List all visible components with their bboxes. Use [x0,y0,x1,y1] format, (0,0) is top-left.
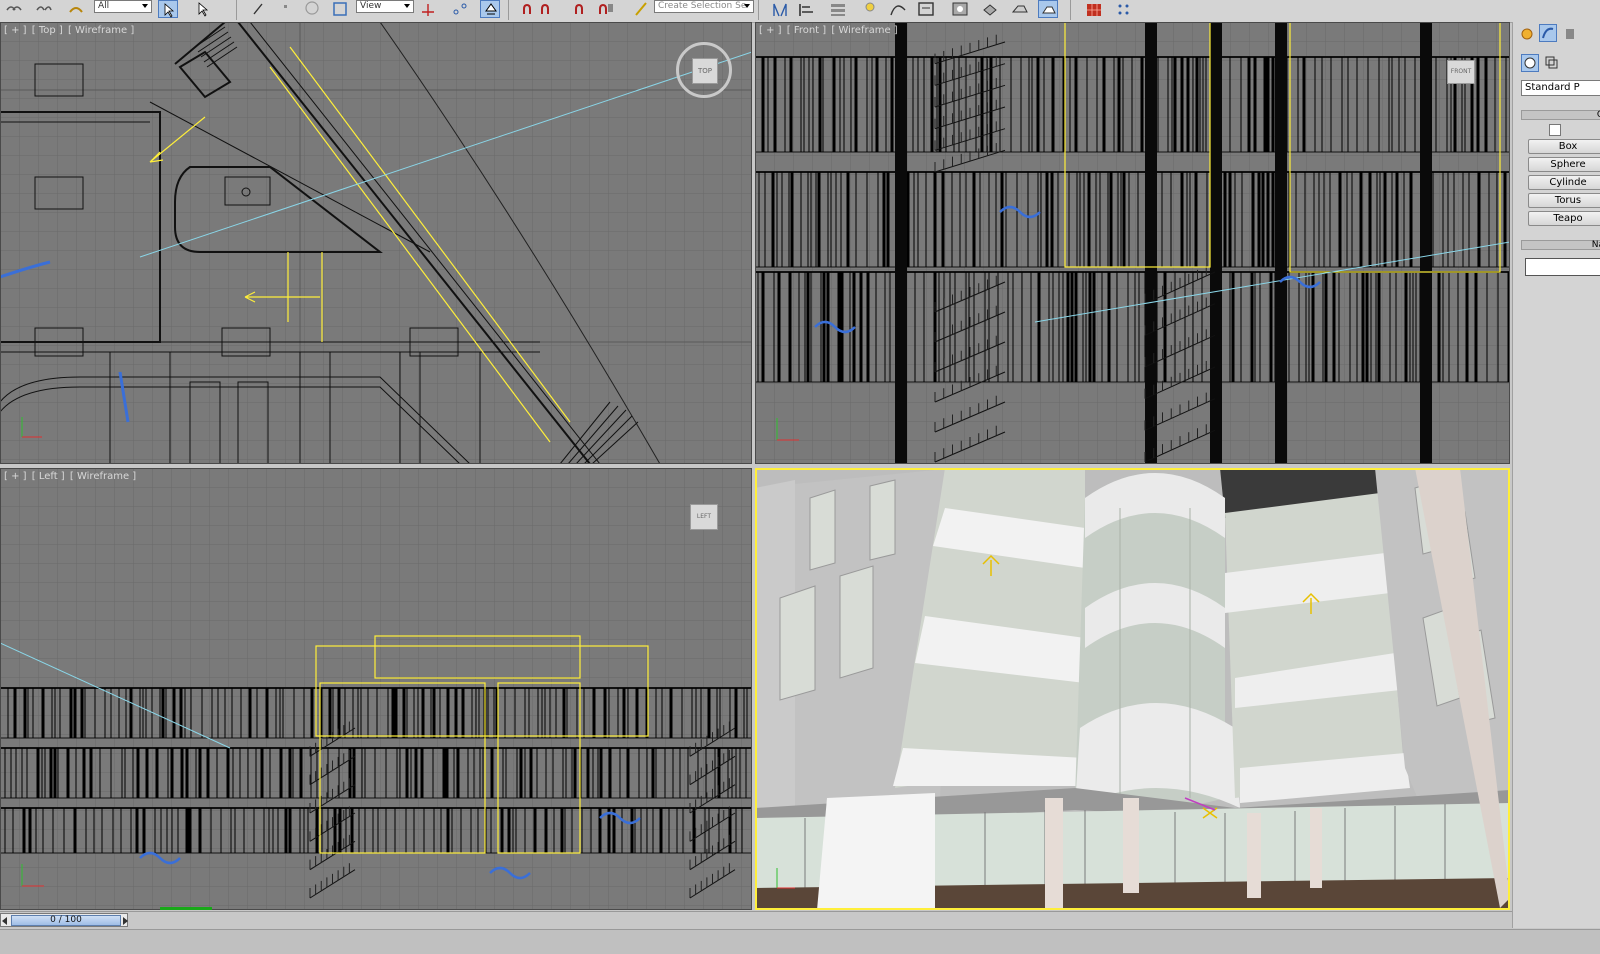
layer-manager-icon[interactable] [828,0,848,18]
viewport-menu-plus[interactable]: [ + ] [759,25,782,36]
named-selection-dropdown[interactable]: Create Selection Se [654,0,754,13]
top-view-wireframe [0,22,752,464]
viewport-front-label[interactable]: [ + ] [ Front ] [ Wireframe ] [759,25,900,36]
render-iterative-icon[interactable] [1084,0,1104,18]
primitive-button-teapo[interactable]: Teapo [1528,211,1600,226]
viewport-shading-mode[interactable]: [ Wireframe ] [68,25,134,36]
material-editor-icon[interactable] [950,0,970,18]
object-name-input[interactable] [1525,258,1600,276]
name-color-rollout-title: Na [1591,240,1600,250]
viewport-left[interactable]: [ + ] [ Left ] [ Wireframe ] LEFT [0,468,752,910]
viewport-perspective[interactable] [755,468,1510,910]
spinner-snap-icon[interactable] [596,0,616,18]
viewport-shading-mode[interactable]: [ Wireframe ] [831,25,897,36]
mirror-icon[interactable] [770,0,790,18]
perspective-shaded-scene [755,468,1510,910]
render-production-button[interactable] [1038,0,1058,18]
reference-coord-dropdown[interactable]: View [356,0,414,13]
align-icon[interactable] [796,0,816,18]
selection-filter-value: All [98,1,110,11]
viewport-menu-plus[interactable]: [ + ] [4,25,27,36]
object-type-rollout[interactable]: O [1521,110,1600,120]
viewcube-face-label: TOP [692,58,718,84]
create-tab-icon[interactable] [1519,26,1535,42]
edit-named-selection-icon[interactable] [632,0,652,18]
primitive-category-value: Standard P [1525,82,1580,93]
prev-frame-icon[interactable] [2,917,7,925]
viewport-point-of-view[interactable]: [ Top ] [32,25,63,36]
front-view-wireframe [755,22,1510,464]
bind-space-warp-icon[interactable] [66,0,86,18]
select-manipulate-icon[interactable] [450,0,470,18]
name-color-rollout[interactable]: Na [1521,240,1600,250]
select-object-button[interactable] [158,0,178,18]
angle-snap-icon[interactable] [538,0,558,18]
keyframe-indicator [160,907,212,910]
keyboard-shortcut-override-button[interactable] [480,0,500,18]
pivot-center-icon[interactable] [418,0,438,18]
next-frame-icon[interactable] [123,917,128,925]
link-icon[interactable] [4,0,24,18]
selection-filter-dropdown[interactable]: All [94,0,152,13]
viewcube-front[interactable]: FRONT [1447,60,1475,84]
viewport-point-of-view[interactable]: [ Left ] [32,471,65,482]
primitive-button-sphere[interactable]: Sphere [1528,157,1600,172]
time-slider[interactable]: 0 / 100 [0,913,128,927]
select-rotate-icon[interactable] [248,0,268,18]
viewport-point-of-view[interactable]: [ Front ] [787,25,826,36]
command-panel: Standard P O BoxSphereCylindeTorusTeapo … [1512,22,1600,928]
select-by-name-icon[interactable] [192,0,212,18]
named-selection-value: Create Selection Se [658,1,747,11]
viewcube-left[interactable]: LEFT [690,504,718,530]
snap-toggle-icon[interactable] [520,0,540,18]
primitive-button-box[interactable]: Box [1528,139,1600,154]
light-icon[interactable] [860,0,880,18]
render-frame-icon[interactable] [1010,0,1030,18]
primitive-category-dropdown[interactable]: Standard P [1521,80,1600,96]
viewport-top[interactable]: [ + ] [ Top ] [ Wireframe ] TOP [0,22,752,464]
point-icon[interactable] [276,0,296,18]
shapes-icon[interactable] [1543,54,1561,72]
time-slider-bar: 0 / 100 [0,911,1512,929]
percent-snap-icon[interactable] [572,0,592,18]
viewport-front[interactable]: [ + ] [ Front ] [ Wireframe ] FRONT [755,22,1510,464]
reference-coord-value: View [360,1,382,11]
viewport-shading-mode[interactable]: [ Wireframe ] [70,471,136,482]
circle-select-icon[interactable] [302,0,322,18]
viewport-menu-plus[interactable]: [ + ] [4,471,27,482]
schematic-view-icon[interactable] [916,0,936,18]
viewcube-top[interactable]: TOP [676,42,732,98]
time-slider-thumb[interactable]: 0 / 100 [11,915,121,926]
viewport-left-label[interactable]: [ + ] [ Left ] [ Wireframe ] [4,471,138,482]
modify-tab-icon[interactable] [1539,24,1557,42]
geometry-icon[interactable] [1521,54,1539,72]
viewport-top-label[interactable]: [ + ] [ Top ] [ Wireframe ] [4,25,136,36]
primitive-button-cylinde[interactable]: Cylinde [1528,175,1600,190]
curve-editor-icon[interactable] [888,0,908,18]
render-setup-icon[interactable] [980,0,1000,18]
autogrid-checkbox[interactable] [1549,124,1561,136]
track-bar[interactable] [0,929,1600,954]
primitive-button-torus[interactable]: Torus [1528,193,1600,208]
main-toolbar: All View Create Selection Se [0,0,1600,23]
active-shade-icon[interactable] [1114,0,1134,18]
unlink-icon[interactable] [34,0,54,18]
hierarchy-tab-icon[interactable] [1563,26,1579,42]
left-view-wireframe [0,468,752,910]
window-crossing-icon[interactable] [330,0,350,18]
